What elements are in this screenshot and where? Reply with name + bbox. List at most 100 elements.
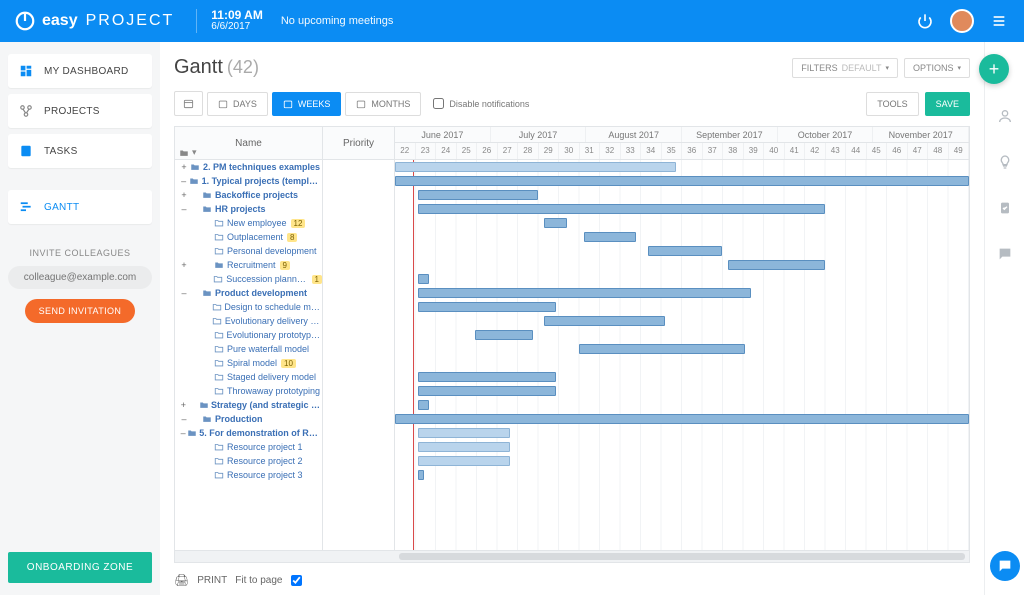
gantt-bar[interactable] [544, 218, 567, 228]
gantt-row[interactable]: Personal development [175, 244, 322, 258]
menu-button[interactable] [988, 10, 1010, 32]
gantt-bar[interactable] [418, 470, 424, 480]
disable-notifications-check[interactable]: Disable notifications [433, 98, 529, 109]
bar-row [395, 272, 969, 286]
folder-open-icon [213, 218, 225, 228]
gantt-row[interactable]: –1. Typical projects (templates) [175, 174, 322, 188]
gantt-row[interactable]: Resource project 2 [175, 454, 322, 468]
expand-toggle[interactable]: – [179, 176, 188, 186]
gantt-row[interactable]: Evolutionary prototyping [175, 328, 322, 342]
gantt-bar[interactable] [418, 442, 510, 452]
onboarding-button[interactable]: ONBOARDING ZONE [8, 552, 152, 583]
gantt-bar[interactable] [418, 288, 751, 298]
row-label: New employee [227, 218, 287, 228]
sidebar-item-dashboard[interactable]: MY DASHBOARD [8, 54, 152, 88]
send-invitation-button[interactable]: SEND INVITATION [25, 299, 136, 323]
gantt-row[interactable]: –HR projects [175, 202, 322, 216]
chat-icon[interactable] [995, 244, 1015, 264]
lightbulb-icon[interactable] [995, 152, 1015, 172]
gantt-scrollbar[interactable] [175, 550, 969, 562]
zoom-weeks-button[interactable]: WEEKS [272, 92, 342, 116]
sidebar-item-projects[interactable]: PROJECTS [8, 94, 152, 128]
week-label: 44 [846, 143, 867, 159]
gantt-bar[interactable] [648, 246, 723, 256]
sidebar-item-gantt[interactable]: GANTT [8, 190, 152, 224]
gantt-bar[interactable] [418, 190, 539, 200]
gantt-row[interactable]: Spiral model10 [175, 356, 322, 370]
gantt-bar[interactable] [728, 260, 826, 270]
gantt-row[interactable]: +Backoffice projects [175, 188, 322, 202]
clipboard-icon[interactable] [995, 198, 1015, 218]
expand-toggle[interactable]: + [179, 400, 188, 410]
brand-light: PROJECT [86, 12, 175, 30]
gantt-bar[interactable] [395, 414, 969, 424]
gantt-row[interactable]: Resource project 3 [175, 468, 322, 482]
gantt-bar[interactable] [395, 176, 969, 186]
priority-cell [323, 188, 394, 202]
week-label: 45 [867, 143, 888, 159]
gantt-bar[interactable] [418, 204, 826, 214]
gantt-row[interactable]: +2. PM techniques examples [175, 160, 322, 174]
expand-toggle[interactable]: – [179, 428, 187, 438]
gantt-bar[interactable] [475, 330, 532, 340]
gantt-row[interactable]: –Production [175, 412, 322, 426]
folder-toggle[interactable]: ▾ [179, 147, 197, 158]
page-title: Gantt [174, 56, 223, 79]
gantt-row[interactable]: Design to schedule model [175, 300, 322, 314]
bar-row [395, 202, 969, 216]
gantt-row[interactable]: Throwaway prototyping [175, 384, 322, 398]
gantt-bar[interactable] [418, 400, 429, 410]
calendar-button[interactable] [174, 91, 203, 116]
user-icon[interactable] [995, 106, 1015, 126]
gantt-row[interactable]: Pure waterfall model [175, 342, 322, 356]
print-icon[interactable]: 🖨 [174, 573, 189, 587]
options-button[interactable]: OPTIONS▾ [904, 58, 970, 78]
folder-icon [188, 176, 199, 186]
gantt-bar[interactable] [418, 386, 556, 396]
gantt-row[interactable]: Evolutionary delivery m… [175, 314, 322, 328]
gantt-row[interactable]: Resource project 1 [175, 440, 322, 454]
row-label: Strategy (and strategic proj… [211, 400, 322, 410]
gantt-bar[interactable] [418, 302, 556, 312]
expand-toggle[interactable]: + [179, 162, 189, 172]
zoom-days-button[interactable]: DAYS [207, 92, 268, 116]
folder-open-icon [211, 302, 222, 312]
invite-email-input[interactable] [8, 266, 152, 289]
add-button[interactable]: + [979, 54, 1009, 84]
power-button[interactable] [914, 10, 936, 32]
gantt-row[interactable]: –Product development [175, 286, 322, 300]
gantt-row[interactable]: Staged delivery model [175, 370, 322, 384]
tools-button[interactable]: TOOLS [866, 92, 918, 116]
gantt-bar[interactable] [584, 232, 636, 242]
gantt-bar[interactable] [418, 428, 510, 438]
filters-button[interactable]: FILTERS DEFAULT▾ [792, 58, 898, 78]
gantt-row[interactable]: Succession planning1 [175, 272, 322, 286]
save-button[interactable]: SAVE [925, 92, 970, 116]
gantt-bar[interactable] [544, 316, 665, 326]
expand-toggle[interactable]: – [179, 288, 189, 298]
chat-fab[interactable] [990, 551, 1020, 581]
gantt-bar[interactable] [418, 372, 556, 382]
folder-open-icon [213, 470, 225, 480]
meetings-label: No upcoming meetings [281, 15, 394, 27]
gantt-bar[interactable] [418, 274, 429, 284]
gantt-row[interactable]: +Recruitment9 [175, 258, 322, 272]
gantt-row[interactable]: New employee12 [175, 216, 322, 230]
avatar[interactable] [950, 9, 974, 33]
week-label: 43 [826, 143, 847, 159]
gantt-bar[interactable] [579, 344, 745, 354]
zoom-months-button[interactable]: MONTHS [345, 92, 421, 116]
sidebar-item-tasks[interactable]: TASKS [8, 134, 152, 168]
expand-toggle[interactable]: + [179, 260, 189, 270]
gantt-bar[interactable] [395, 162, 676, 172]
gantt-row[interactable]: + Strategy (and strategic proj… [175, 398, 322, 412]
gantt-row[interactable]: Outplacement8 [175, 230, 322, 244]
expand-toggle[interactable]: – [179, 414, 189, 424]
gantt-bar[interactable] [418, 456, 510, 466]
expand-toggle[interactable]: + [179, 190, 189, 200]
gantt-row[interactable]: –5. For demonstration of Resourc… [175, 426, 322, 440]
logo[interactable]: easyPROJECT [14, 10, 174, 32]
fit-to-page-check[interactable] [291, 575, 302, 586]
print-label[interactable]: PRINT [197, 575, 227, 586]
expand-toggle[interactable]: – [179, 204, 189, 214]
